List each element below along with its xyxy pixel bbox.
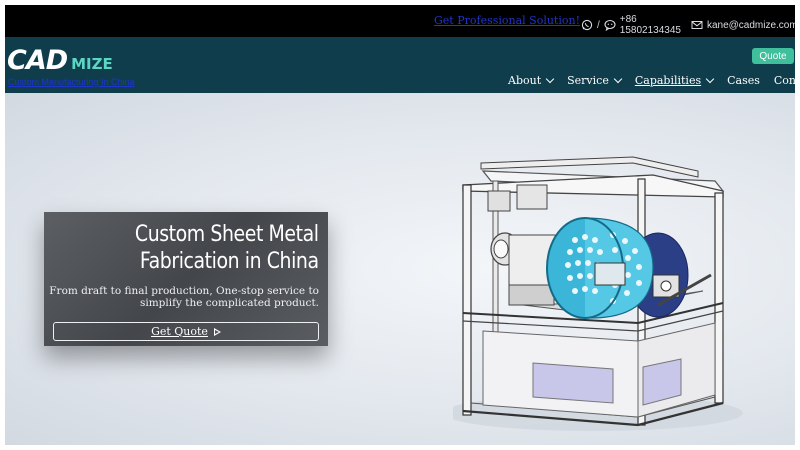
hero-banner: Custom Sheet Metal Fabrication in China F… bbox=[5, 93, 795, 445]
nav-item-label: Cases bbox=[727, 74, 760, 87]
hero-subtitle-line1: From draft to final production, One-stop… bbox=[49, 285, 319, 297]
hero-title-line1: Custom Sheet Metal bbox=[135, 222, 319, 247]
nav-item-capabilities[interactable]: Capabilities bbox=[634, 74, 715, 87]
hero-card: Custom Sheet Metal Fabrication in China F… bbox=[44, 212, 328, 346]
nav-item-label: Service bbox=[567, 74, 609, 87]
whatsapp-icon[interactable] bbox=[581, 19, 593, 31]
nav-menu: About Service Capabilities Cases Contact bbox=[508, 74, 795, 87]
professional-solution-link[interactable]: Get Professional Solution! bbox=[434, 14, 580, 27]
nav-item-cases[interactable]: Cases bbox=[727, 74, 760, 87]
nav-item-label: Contact bbox=[773, 74, 795, 87]
top-bar: Get Professional Solution! / +86 1580213… bbox=[5, 5, 795, 37]
hero-title: Custom Sheet Metal Fabrication in China bbox=[135, 221, 319, 275]
play-arrow-icon bbox=[213, 327, 221, 336]
chevron-down-icon bbox=[613, 74, 623, 84]
get-quote-button[interactable]: Get Quote bbox=[53, 322, 319, 341]
nav-item-label: About bbox=[508, 74, 542, 87]
email-address[interactable]: kane@cadmize.com bbox=[707, 20, 795, 31]
contact-info: / +86 15802134345 kane@cadmize.com bbox=[581, 14, 795, 36]
main-navbar: CAD MIZE Custom Manufacturing In China Qu… bbox=[5, 37, 795, 93]
separator: / bbox=[597, 19, 600, 31]
hero-subtitle: From draft to final production, One-stop… bbox=[49, 285, 319, 309]
page-frame: Get Professional Solution! / +86 1580213… bbox=[5, 5, 795, 445]
nav-item-about[interactable]: About bbox=[508, 74, 555, 87]
chevron-down-icon bbox=[705, 74, 715, 84]
logo-primary: CAD bbox=[7, 45, 68, 76]
site-logo[interactable]: CAD MIZE bbox=[7, 45, 113, 76]
wechat-icon[interactable] bbox=[604, 19, 616, 31]
quote-button[interactable]: Quote bbox=[752, 48, 794, 64]
logo-secondary: MIZE bbox=[71, 55, 113, 73]
nav-item-label: Capabilities bbox=[634, 74, 702, 87]
hero-title-line2: Fabrication in China bbox=[140, 249, 319, 274]
hero-subtitle-line2: simplify the complicated product. bbox=[139, 297, 319, 309]
mail-icon bbox=[691, 19, 703, 31]
get-quote-label: Get Quote bbox=[151, 325, 208, 338]
nav-item-contact[interactable]: Contact bbox=[774, 74, 795, 87]
site-tagline-link[interactable]: Custom Manufacturing In China bbox=[8, 77, 135, 87]
chevron-down-icon bbox=[545, 74, 555, 84]
nav-item-service[interactable]: Service bbox=[567, 74, 623, 87]
machine-render-image bbox=[453, 156, 743, 431]
phone-number[interactable]: +86 15802134345 bbox=[620, 14, 681, 36]
